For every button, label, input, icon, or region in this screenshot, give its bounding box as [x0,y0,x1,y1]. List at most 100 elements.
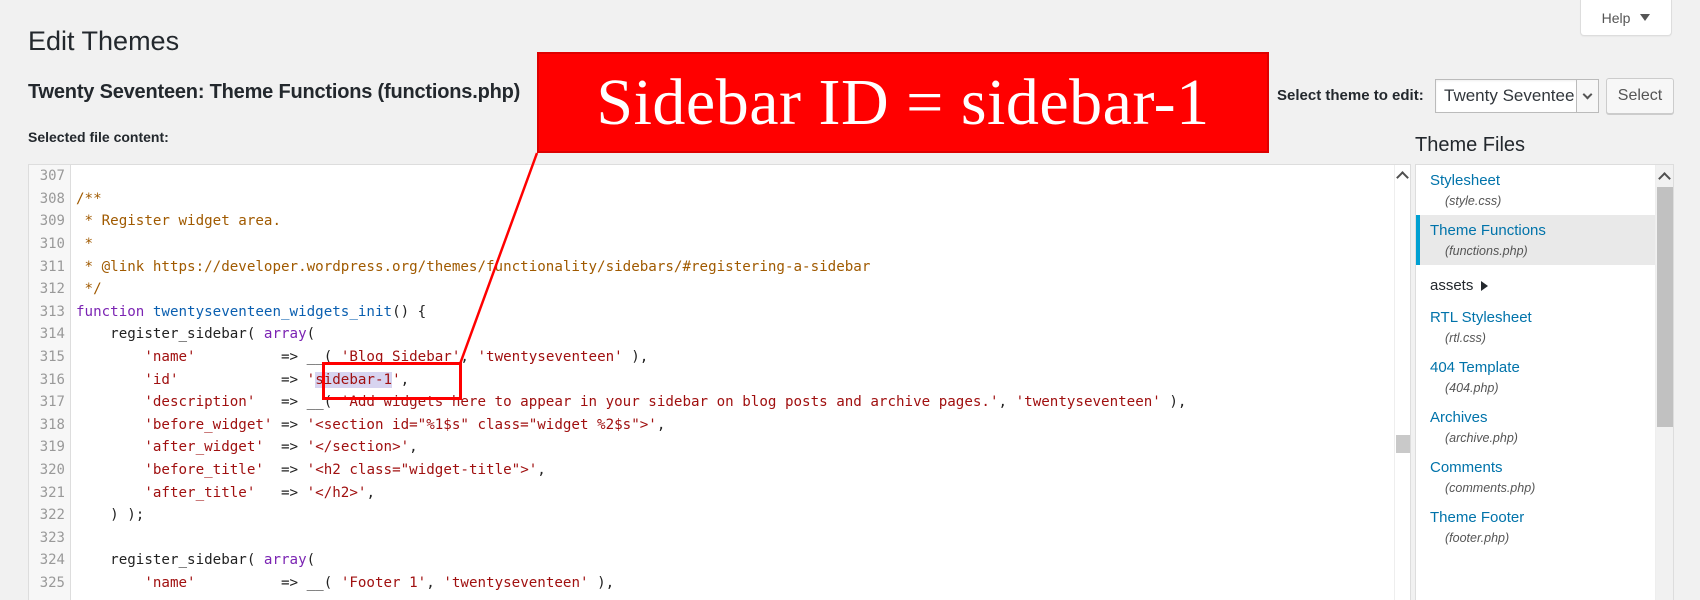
code-token: ), [1160,394,1187,411]
code-text: 'before_widget' => '<section id="%1$s" c… [71,417,665,433]
code-token: * @link https://developer.wordpress.org/… [76,258,871,275]
code-text: 'description' => __( 'Add widgets here t… [71,394,1186,410]
theme-file-item[interactable]: Theme Footer (footer.php) [1416,502,1657,552]
select-theme-button[interactable]: Select [1606,78,1674,114]
line-number: 324 [39,552,65,569]
theme-file-link[interactable]: Theme Functions [1430,221,1657,241]
code-text: 'after_widget' => '</section>', [71,439,417,456]
code-line[interactable]: 309 * Register widget area. [29,210,1394,233]
code-line[interactable]: 316 'id' => 'sidebar-1', [29,368,1394,391]
code-line[interactable]: 325 'name' => __( 'Footer 1', 'twentysev… [29,572,1394,595]
theme-file-item[interactable]: RTL Stylesheet (rtl.css) [1416,302,1657,352]
theme-file-link[interactable]: 404 Template [1430,358,1657,378]
page-title: Edit Themes [28,26,180,56]
line-number: 320 [39,462,65,479]
theme-files-scrollbar-thumb[interactable] [1657,187,1673,427]
folder-label: assets [1430,277,1474,294]
code-token: array [263,552,307,569]
code-token: */ [76,281,102,298]
theme-file-item[interactable]: Comments (comments.php) [1416,452,1657,502]
theme-file-link[interactable]: Theme Footer [1430,508,1657,528]
theme-file-item[interactable]: 404 Template (404.php) [1416,352,1657,402]
code-token: => [178,371,307,388]
code-line[interactable]: 311 * @link https://developer.wordpress.… [29,255,1394,278]
code-token: * [76,236,94,253]
code-token: 'after_title' [144,484,256,501]
code-line[interactable]: 312 */ [29,278,1394,301]
code-text: 'after_title' => '</h2>', [71,485,375,501]
theme-file-item[interactable]: Archives (archive.php) [1416,402,1657,452]
theme-file-link[interactable]: Archives [1430,408,1657,428]
theme-file-path: (archive.php) [1445,431,1518,445]
scroll-up-icon[interactable] [1658,172,1671,185]
code-line[interactable]: 320 'before_title' => '<h2 class="widget… [29,459,1394,482]
code-token: , [366,484,375,501]
help-label: Help [1601,9,1631,26]
code-text: function twentyseventeen_widgets_init() … [71,304,426,320]
line-number: 309 [39,213,65,230]
theme-file-item[interactable]: Stylesheet (style.css) [1416,165,1657,215]
theme-file-link[interactable]: Comments [1430,458,1657,478]
code-line[interactable]: 324 register_sidebar( array( [29,549,1394,572]
line-number: 321 [39,484,65,501]
code-token: => __( [195,574,341,591]
theme-files-scrollbar[interactable] [1655,165,1673,600]
line-number: 311 [39,258,65,275]
code-token: 'twentyseventeen' [1015,394,1161,411]
theme-file-path: (comments.php) [1445,481,1536,495]
code-token: 'before_title' [144,462,264,479]
code-text: * @link https://developer.wordpress.org/… [71,258,871,275]
line-number: 319 [39,439,65,456]
code-lines[interactable]: 307 308/** 309 * Register widget area. 310 … [29,165,1394,594]
annotation-text: Sidebar ID = sidebar-1 [596,65,1210,139]
theme-file-link[interactable]: RTL Stylesheet [1430,308,1657,328]
theme-file-item[interactable]: Theme Functions (functions.php) [1416,215,1657,265]
editor-scrollbar[interactable] [1394,165,1410,600]
code-token: 'after_widget' [144,439,264,456]
code-line[interactable]: 308 /** [29,188,1394,211]
line-number: 315 [39,349,65,366]
code-token: '<h2 class="widget-title">' [306,462,538,479]
code-token: => [255,484,307,501]
code-token: 'twentyseventeen' [443,574,589,591]
code-line[interactable]: 322 ) ); [29,504,1394,527]
code-line[interactable]: 321 'after_title' => '</h2>', [29,481,1394,504]
code-line[interactable]: 318 'before_widget' => '<section id="%1$… [29,414,1394,437]
code-line[interactable]: 307 [29,165,1394,188]
theme-files-list: Stylesheet (style.css) Theme Functions (fun… [1416,165,1657,552]
code-token: => [263,462,307,479]
annotation-highlight-box [322,362,462,400]
code-editor[interactable]: 307 308/** 309 * Register widget area. 310 … [28,164,1411,600]
code-token: () { [392,303,427,320]
theme-select-label: Select theme to edit: [1277,87,1424,104]
code-line[interactable]: 314 register_sidebar( array( [29,323,1394,346]
theme-file-link[interactable]: Stylesheet [1430,171,1657,191]
line-number: 317 [39,394,65,411]
code-text: 'name' => __( 'Footer 1', 'twentysevente… [71,575,614,591]
code-line[interactable]: 315 'name' => __( 'Blog Sidebar', 'twent… [29,346,1394,369]
code-line[interactable]: 319 'after_widget' => '</section>', [29,436,1394,459]
code-token: ), [588,574,615,591]
caret-right-icon [1481,280,1489,291]
code-line[interactable]: 323 [29,527,1394,550]
theme-folder-assets[interactable]: assets [1416,265,1657,302]
theme-select-dropdown[interactable]: Twenty Seventee [1435,79,1599,113]
help-tab-button[interactable]: Help [1580,0,1672,36]
scroll-up-icon[interactable] [1396,171,1409,184]
editor-scrollbar-thumb[interactable] [1396,435,1410,453]
line-number: 316 [39,371,65,388]
code-token: ) ); [76,507,145,524]
code-text: register_sidebar( array( [71,326,315,342]
code-token: 'name' [144,574,196,591]
code-line[interactable]: 310 * [29,233,1394,256]
code-token: => [263,439,307,456]
code-line[interactable]: 317 'description' => __( 'Add widgets he… [29,391,1394,414]
line-number: 312 [39,281,65,298]
code-token: ( [306,552,316,569]
code-line[interactable]: 313 function twentyseventeen_widgets_init… [29,301,1394,324]
